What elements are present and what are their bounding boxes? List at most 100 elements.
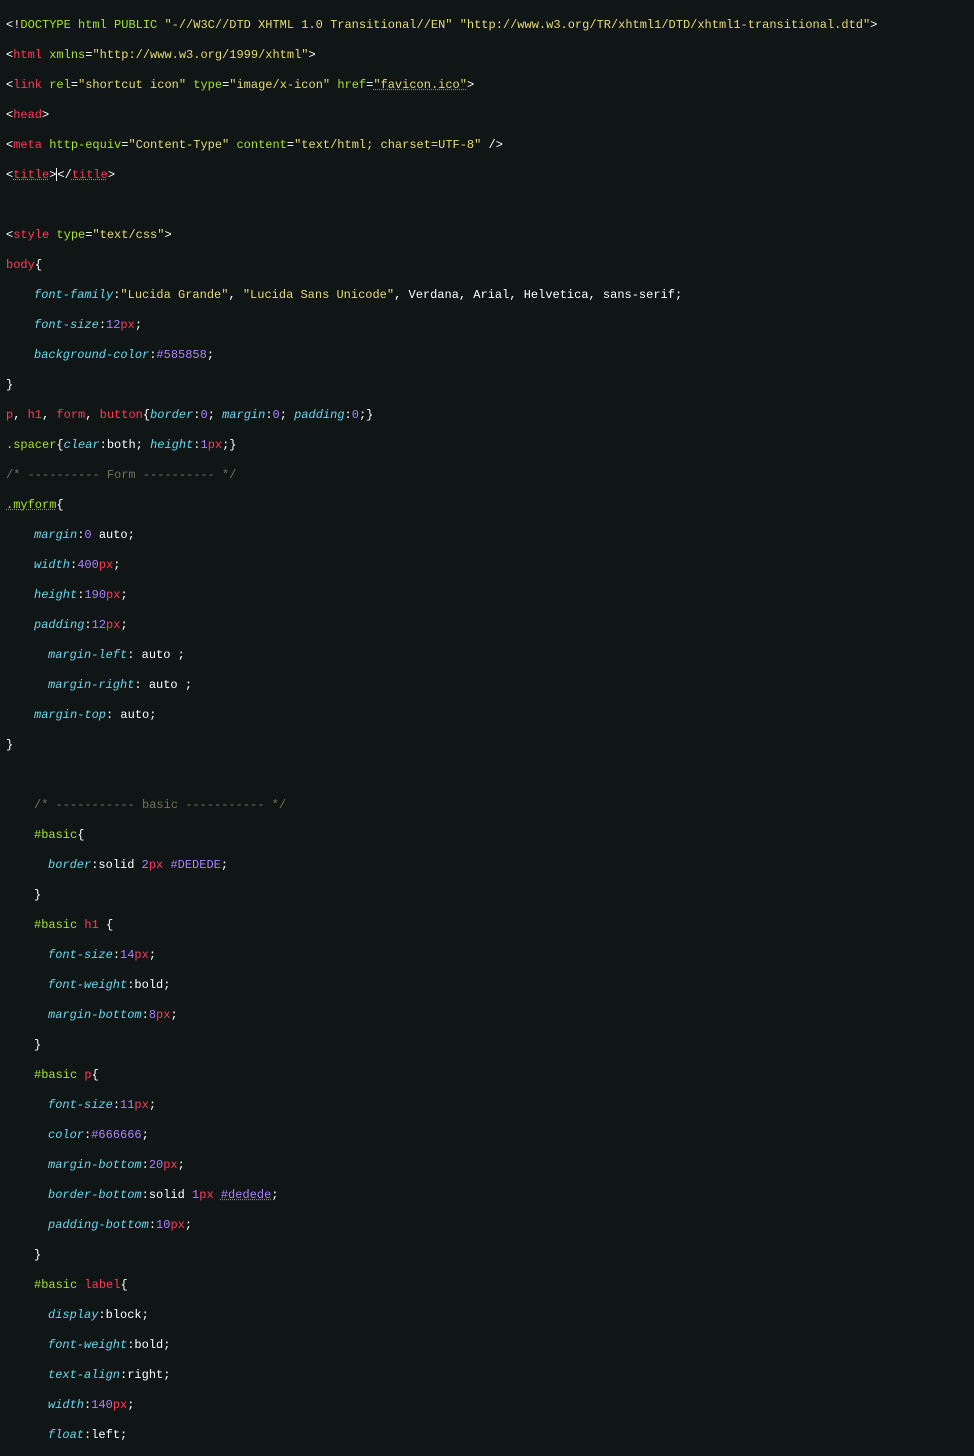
code-line[interactable]: <title></title> [6,168,968,183]
code-line[interactable]: .myform{ [6,498,968,513]
hex: #585858 [156,348,206,362]
code-line[interactable]: } [6,738,968,753]
code-line[interactable]: #basic h1 { [6,918,968,933]
code-line[interactable] [6,768,968,783]
code-line[interactable]: margin:0 auto; [6,528,968,543]
num: 11 [120,1098,134,1112]
code-line[interactable]: border-bottom:solid 1px #dedede; [6,1188,968,1203]
str: "text/html; charset=UTF-8" [294,138,481,152]
code-line[interactable]: .spacer{clear:both; height:1px;} [6,438,968,453]
selector: p [84,1068,91,1082]
num: 0 [200,408,207,422]
punct: , [13,408,27,422]
space [214,1188,221,1202]
colon: : [127,978,134,992]
comment: /* ---------- Form ---------- */ [6,468,236,482]
code-line[interactable]: /* ---------- Form ---------- */ [6,468,968,483]
code-line[interactable]: margin-bottom:8px; [6,1008,968,1023]
unit: px [120,318,134,332]
brace: } [34,1038,41,1052]
code-line[interactable]: #basic p{ [6,1068,968,1083]
tag: head [13,108,42,122]
attr: rel [49,78,71,92]
code-line[interactable]: width:140px; [6,1398,968,1413]
code-line[interactable]: } [6,1248,968,1263]
code-line[interactable]: } [6,378,968,393]
semi: ; [185,1218,192,1232]
code-line[interactable]: #basic{ [6,828,968,843]
code-line[interactable]: } [6,888,968,903]
code-line[interactable]: color:#666666; [6,1128,968,1143]
code-line[interactable]: #basic label{ [6,1278,968,1293]
num: 2 [142,858,149,872]
bracket: > [870,18,877,32]
tag: style [13,228,49,242]
code-line[interactable]: } [6,1038,968,1053]
selector: form [56,408,85,422]
brace: } [34,1248,41,1262]
doctype: DOCTYPE [20,18,70,32]
space [215,408,222,422]
prop: margin-right [48,678,134,692]
code-line[interactable]: <html xmlns="http://www.w3.org/1999/xhtm… [6,48,968,63]
code-line[interactable]: display:block; [6,1308,968,1323]
code-line[interactable]: font-weight:bold; [6,978,968,993]
code-line[interactable]: font-size:12px; [6,318,968,333]
code-line[interactable]: p, h1, form, button{border:0; margin:0; … [6,408,968,423]
colon: : [84,618,91,632]
punct: , [42,408,56,422]
selector: label [84,1278,120,1292]
bracket: > [108,168,115,182]
code-line[interactable]: <link rel="shortcut icon" type="image/x-… [6,78,968,93]
code-line[interactable]: <!DOCTYPE html PUBLIC "-//W3C//DTD XHTML… [6,18,968,33]
colon: : [142,1008,149,1022]
comment: /* ----------- basic ----------- */ [34,798,286,812]
str: "Lucida Sans Unicode" [243,288,394,302]
bracket: </ [57,168,71,182]
brace: { [56,498,63,512]
code-line[interactable]: body{ [6,258,968,273]
code-line[interactable]: width:400px; [6,558,968,573]
semi: ; [271,1188,278,1202]
code-line[interactable] [6,198,968,213]
code-line[interactable]: <meta http-equiv="Content-Type" content=… [6,138,968,153]
num: 12 [92,618,106,632]
code-line[interactable]: height:190px; [6,588,968,603]
semi: ; [128,528,135,542]
num: 190 [84,588,106,602]
prop: text-align [48,1368,120,1382]
code-line[interactable]: margin-top: auto; [6,708,968,723]
code-line[interactable]: /* ----------- basic ----------- */ [6,798,968,813]
tag: meta [13,138,42,152]
str: "http://www.w3.org/1999/xhtml" [92,48,308,62]
code-line[interactable]: text-align:right; [6,1368,968,1383]
code-line[interactable]: font-weight:bold; [6,1338,968,1353]
brace: { [143,408,150,422]
unit: px [113,1398,127,1412]
code-line[interactable]: <style type="text/css"> [6,228,968,243]
code-line[interactable]: float:left; [6,1428,968,1443]
str: "Content-Type" [128,138,229,152]
prop: font-size [48,1098,113,1112]
colon: : [142,1188,149,1202]
code-line[interactable]: font-family:"Lucida Grande", "Lucida San… [6,288,968,303]
code-line[interactable]: padding-bottom:10px; [6,1218,968,1233]
code-line[interactable]: margin-bottom:20px; [6,1158,968,1173]
code-line[interactable]: <head> [6,108,968,123]
code-line[interactable]: border:solid 2px #DEDEDE; [6,858,968,873]
eq: = [287,138,294,152]
code-line[interactable]: padding:12px; [6,618,968,633]
code-line[interactable]: font-size:14px; [6,948,968,963]
prop: background-color [34,348,149,362]
prop: border [150,408,193,422]
code-line[interactable]: margin-left: auto ; [6,648,968,663]
attr: type [193,78,222,92]
semi: ; [149,948,156,962]
code-line[interactable]: margin-right: auto ; [6,678,968,693]
code-line[interactable]: font-size:11px; [6,1098,968,1113]
unit: px [99,558,113,572]
semi: ; [136,438,143,452]
code-editor[interactable]: <!DOCTYPE html PUBLIC "-//W3C//DTD XHTML… [0,0,974,1456]
val: solid [98,858,141,872]
code-line[interactable]: background-color:#585858; [6,348,968,363]
